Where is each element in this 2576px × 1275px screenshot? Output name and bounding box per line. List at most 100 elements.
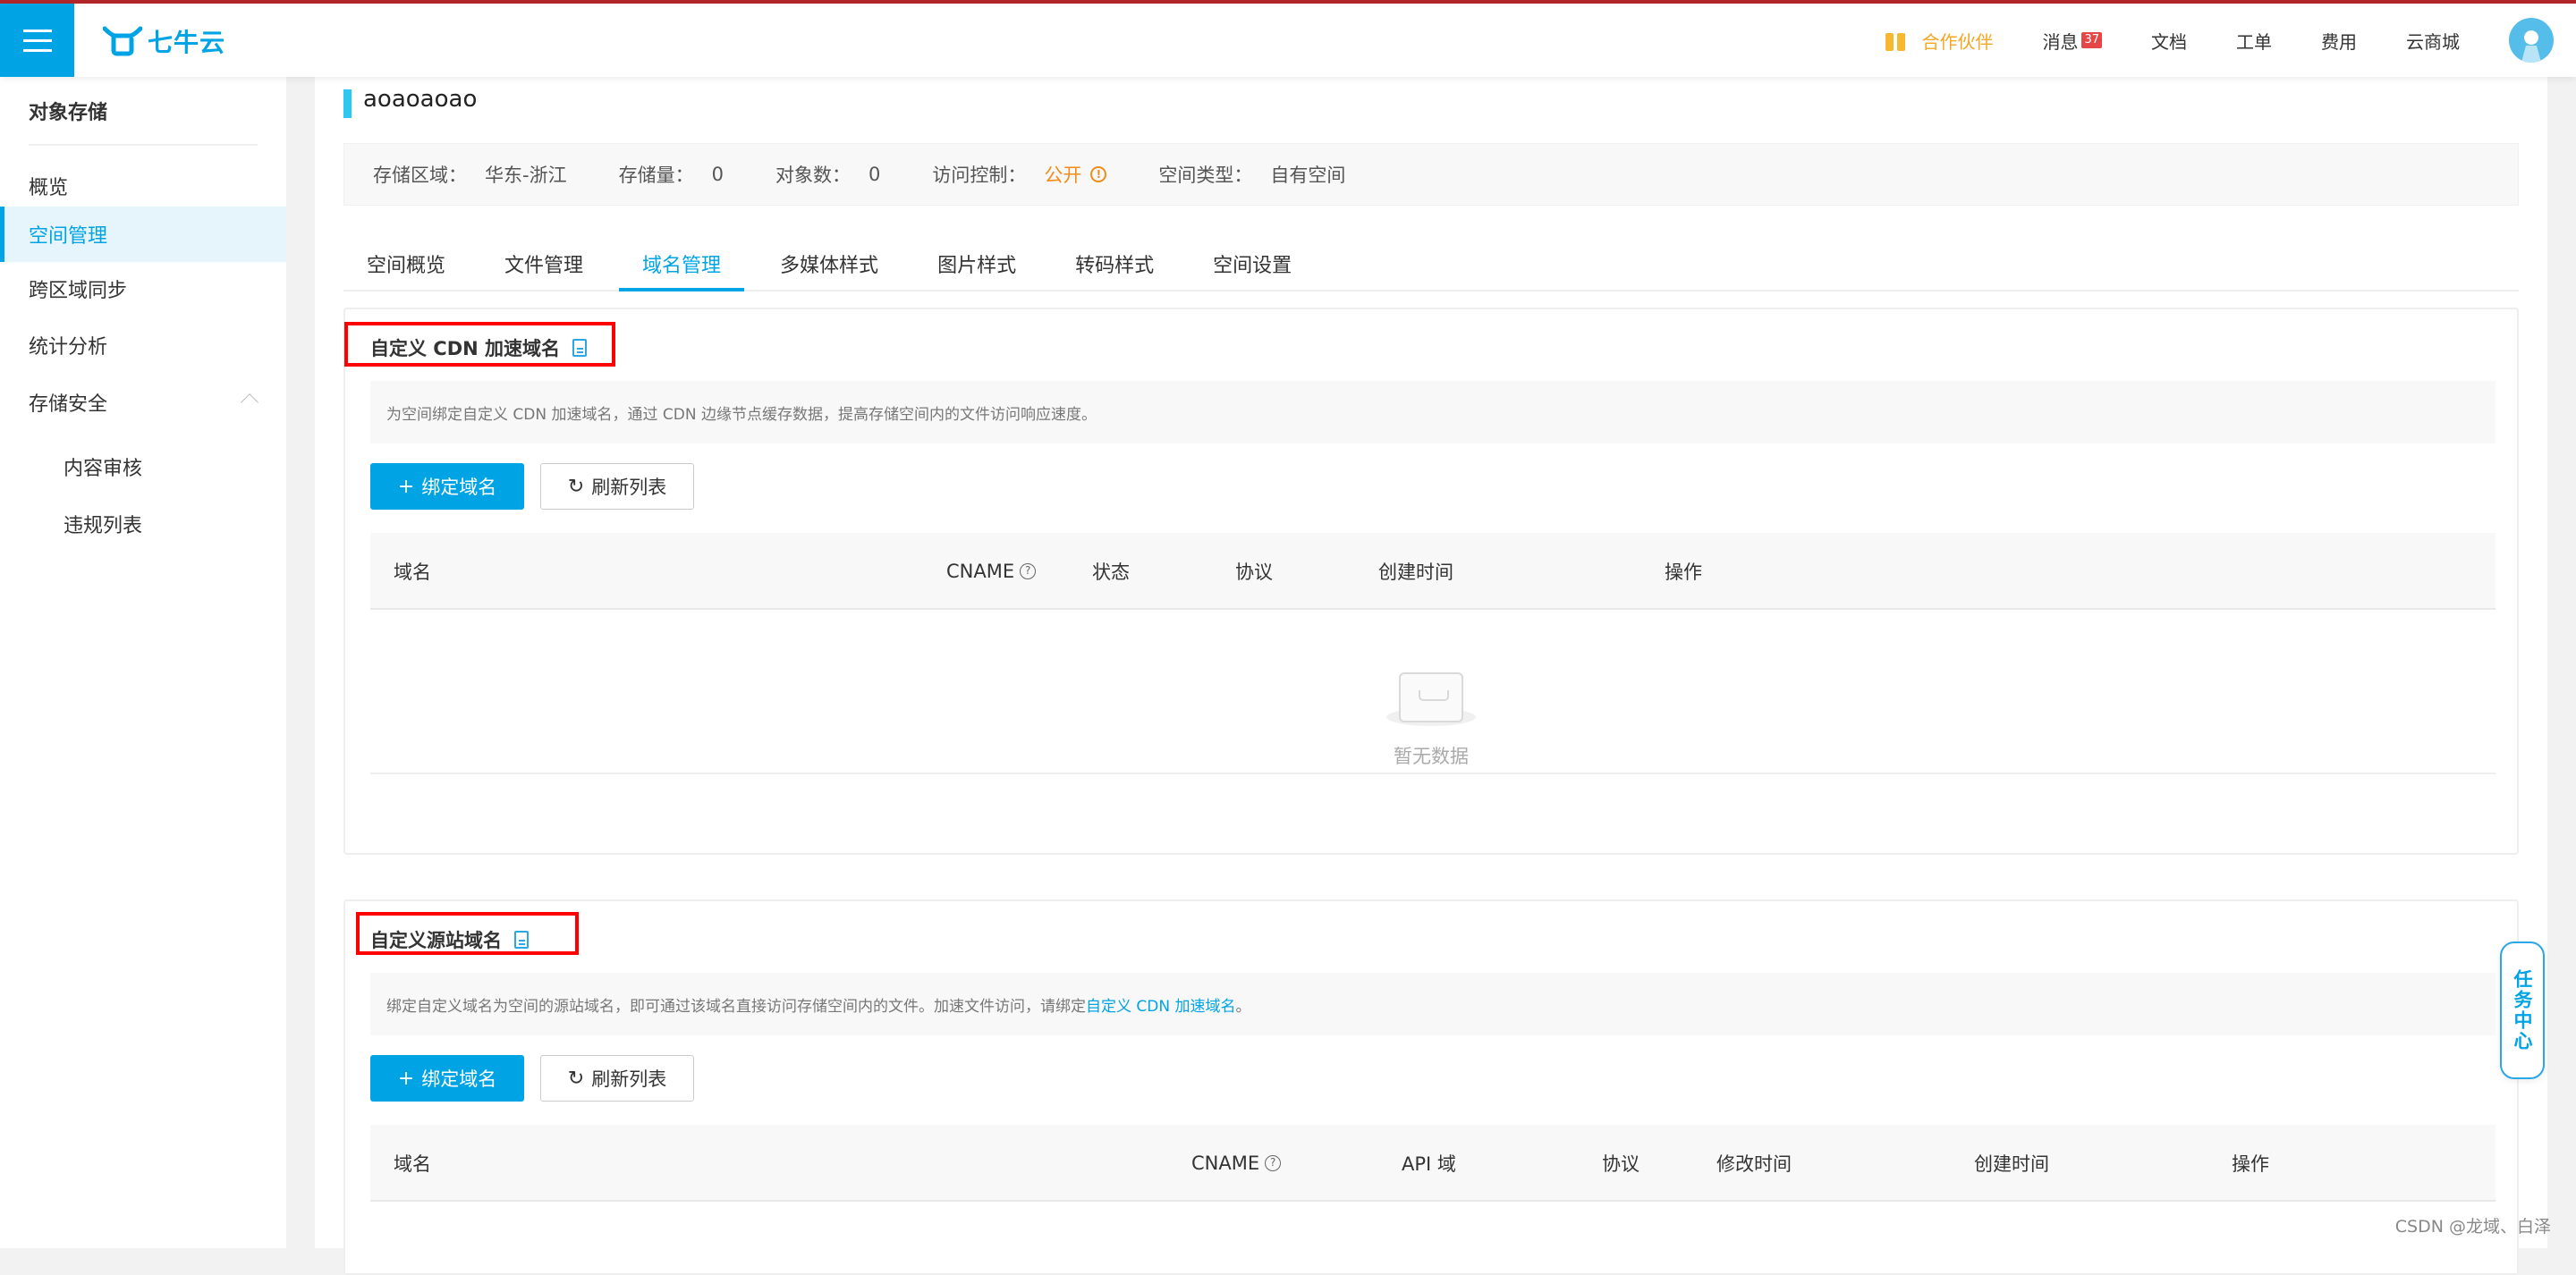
tab-image-styles[interactable]: 图片样式 [914, 238, 1039, 290]
info-region: 存储区域： 华东-浙江 [373, 161, 567, 188]
cdn-description: 为空间绑定自定义 CDN 加速域名，通过 CDN 边缘节点缓存数据，提高存储空间… [370, 381, 2496, 443]
column-protocol: 协议 [1602, 1125, 1640, 1202]
info-label: 存储区域： [373, 161, 467, 188]
column-api-domain: API 域 [1402, 1125, 1456, 1202]
refresh-icon: ↻ [568, 1068, 584, 1090]
origin-description-suffix: 。 [1236, 993, 1251, 1016]
nav-tickets[interactable]: 工单 [2236, 28, 2272, 54]
main-content: aoaoaoao 存储区域： 华东-浙江 存储量： 0 对象数： 0 访问控制：… [315, 77, 2547, 1248]
highlight-box-cdn-title [344, 322, 615, 367]
help-icon[interactable]: ? [1265, 1155, 1281, 1171]
refresh-origin-list-button[interactable]: ↻ 刷新列表 [540, 1055, 694, 1102]
chevron-up-icon [241, 393, 258, 411]
info-object-count: 对象数： 0 [775, 161, 880, 188]
menu-toggle-button[interactable] [0, 4, 74, 77]
info-label: 对象数： [775, 161, 851, 188]
hamburger-icon [23, 30, 52, 32]
nav-partner-label: 合作伙伴 [1921, 28, 1993, 54]
origin-description-text: 绑定自定义域名为空间的源站域名，即可通过该域名直接访问存储空间内的文件。加速文件… [386, 993, 1086, 1016]
nav-billing[interactable]: 费用 [2321, 28, 2357, 54]
title-accent-bar [343, 89, 352, 118]
column-actions: 操作 [1665, 533, 1702, 610]
warning-icon[interactable]: ! [1090, 166, 1106, 182]
tab-domain-management[interactable]: 域名管理 [619, 238, 744, 290]
tab-bucket-overview[interactable]: 空间概览 [343, 238, 469, 290]
bind-domain-label: 绑定域名 [421, 473, 496, 500]
empty-state: 暂无数据 [345, 667, 2517, 769]
sidebar-item-violation-list[interactable]: 违规列表 [0, 496, 286, 552]
cdn-domain-link[interactable]: 自定义 CDN 加速域名 [1086, 993, 1236, 1016]
tab-bucket-settings[interactable]: 空间设置 [1190, 238, 1315, 290]
empty-inbox-icon [1386, 667, 1476, 730]
info-value: 0 [869, 164, 880, 185]
message-count-badge: 37 [2081, 32, 2102, 48]
nav-docs[interactable]: 文档 [2151, 28, 2187, 54]
task-center-label: 任务中心 [2510, 969, 2535, 1051]
column-cname-label: CNAME [946, 561, 1014, 582]
sidebar-title: 对象存储 [29, 97, 107, 125]
info-label: 空间类型： [1158, 161, 1252, 188]
origin-table-header: 域名 CNAME ? API 域 协议 修改时间 创建时间 操作 [370, 1125, 2496, 1202]
info-access-control: 访问控制： 公开 ! [932, 161, 1106, 188]
user-avatar[interactable] [2509, 18, 2554, 63]
column-created-time: 创建时间 [1974, 1125, 2049, 1202]
hamburger-icon-line [23, 39, 52, 42]
brand-logo[interactable]: 七牛云 [103, 23, 225, 59]
origin-domain-card: 自定义源站域名 绑定自定义域名为空间的源站域名，即可通过该域名直接访问存储空间内… [343, 899, 2519, 1275]
nav-messages-label: 消息 [2042, 28, 2078, 54]
bucket-name: aoaoaoao [363, 86, 477, 113]
info-storage: 存储量： 0 [619, 161, 724, 188]
nav-partner[interactable]: 合作伙伴 [1885, 28, 1993, 54]
column-status: 状态 [1092, 533, 1130, 610]
bind-domain-button[interactable]: + 绑定域名 [370, 463, 524, 510]
sidebar-item-bucket-management[interactable]: 空间管理 [0, 207, 286, 262]
sidebar-item-content-review[interactable]: 内容审核 [0, 439, 286, 494]
column-modified-time: 修改时间 [1716, 1125, 1792, 1202]
column-domain: 域名 [394, 533, 431, 610]
info-value: 0 [712, 164, 724, 185]
tab-file-management[interactable]: 文件管理 [481, 238, 606, 290]
plus-icon: + [398, 476, 414, 498]
tab-media-styles[interactable]: 多媒体样式 [757, 238, 902, 290]
info-label: 访问控制： [932, 161, 1026, 188]
column-domain: 域名 [394, 1125, 431, 1202]
column-actions: 操作 [2232, 1125, 2269, 1202]
page-scrollbar-track[interactable] [2547, 77, 2576, 1248]
highlight-box-origin-title [356, 912, 579, 955]
table-bottom-line [370, 773, 2496, 774]
help-icon[interactable]: ? [1020, 563, 1036, 579]
sidebar-item-storage-security[interactable]: 存储安全 [0, 375, 286, 430]
info-value: 自有空间 [1270, 161, 1345, 188]
refresh-list-label: 刷新列表 [591, 473, 666, 500]
sidebar-item-statistics[interactable]: 统计分析 [0, 317, 286, 373]
task-center-button[interactable]: 任务中心 [2500, 941, 2545, 1079]
cdn-domain-card: 自定义 CDN 加速域名 为空间绑定自定义 CDN 加速域名，通过 CDN 边缘… [343, 308, 2519, 855]
column-created-time: 创建时间 [1378, 533, 1453, 610]
column-cname: CNAME ? [946, 533, 1036, 610]
column-cname: CNAME ? [1191, 1125, 1281, 1202]
sidebar-divider [29, 144, 258, 146]
origin-description: 绑定自定义域名为空间的源站域名，即可通过该域名直接访问存储空间内的文件。加速文件… [370, 973, 2496, 1035]
plus-icon: + [398, 1068, 414, 1090]
refresh-list-button[interactable]: ↻ 刷新列表 [540, 463, 694, 510]
tab-transcode-styles[interactable]: 转码样式 [1052, 238, 1177, 290]
refresh-icon: ↻ [568, 476, 584, 498]
bind-domain-label: 绑定域名 [421, 1065, 496, 1092]
empty-text: 暂无数据 [345, 742, 2517, 769]
cdn-table-header: 域名 CNAME ? 状态 协议 创建时间 操作 [370, 533, 2496, 610]
brand-name: 七牛云 [148, 23, 225, 59]
info-value: 华东-浙江 [485, 161, 567, 188]
bucket-info-row: 存储区域： 华东-浙江 存储量： 0 对象数： 0 访问控制： 公开 ! 空间类… [343, 143, 2519, 206]
nav-marketplace[interactable]: 云商城 [2406, 28, 2460, 54]
sidebar-item-cross-region-sync[interactable]: 跨区域同步 [0, 261, 286, 317]
bull-logo-icon [103, 25, 142, 57]
top-nav: 合作伙伴 消息 37 文档 工单 费用 云商城 [1885, 4, 2576, 77]
hamburger-icon-line [23, 49, 52, 52]
sidebar-item-overview[interactable]: 概览 [0, 158, 286, 214]
watermark: CSDN @龙域、白泽 [2395, 1213, 2551, 1237]
nav-messages[interactable]: 消息 37 [2042, 28, 2102, 54]
bind-origin-domain-button[interactable]: + 绑定域名 [370, 1055, 524, 1102]
sidebar-item-label: 存储安全 [29, 388, 107, 417]
info-label: 存储量： [619, 161, 694, 188]
bucket-tabs: 空间概览 文件管理 域名管理 多媒体样式 图片样式 转码样式 空间设置 [343, 238, 2519, 291]
